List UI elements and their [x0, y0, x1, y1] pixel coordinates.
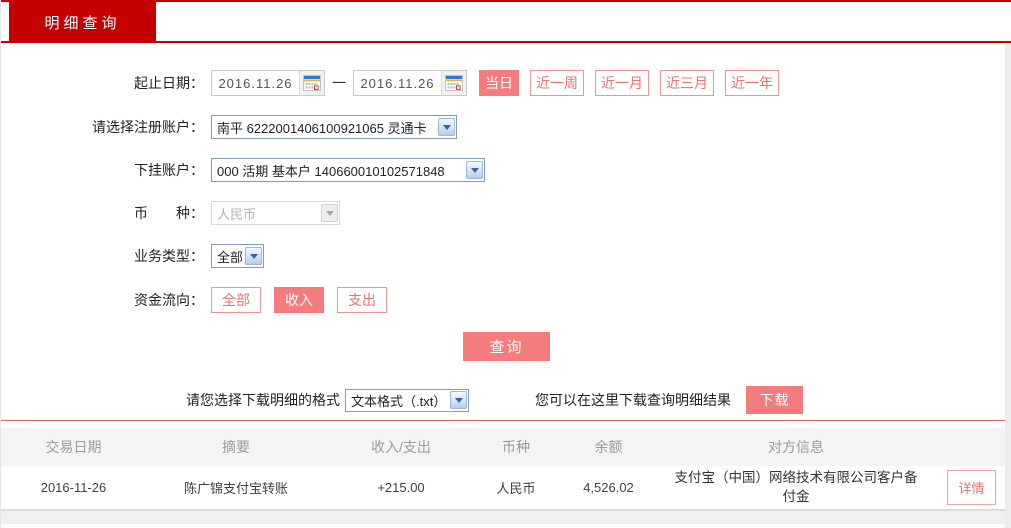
quick-range-month[interactable]: 近一月: [595, 70, 649, 96]
business-type-label: 业务类型：: [1, 246, 211, 266]
quick-range-today[interactable]: 当日: [479, 70, 519, 96]
quick-range-buttons: 当日 近一周 近一月 近三月 近一年: [479, 70, 790, 96]
header-counterparty: 对方信息: [661, 428, 931, 466]
end-date-box: [353, 70, 467, 96]
chevron-down-icon: [450, 391, 467, 409]
cell-trade-date: 2016-11-26: [1, 466, 146, 509]
header-balance: 余额: [556, 428, 661, 466]
fund-direction-all[interactable]: 全部: [211, 287, 261, 313]
register-account-value: 南平 6222001406100921065 灵通卡: [213, 118, 438, 137]
calendar-icon: [445, 75, 463, 91]
business-type-value: 全部: [213, 247, 245, 266]
quick-range-week[interactable]: 近一周: [530, 70, 584, 96]
currency-label: 币 种：: [1, 203, 211, 223]
register-account-select[interactable]: 南平 6222001406100921065 灵通卡: [211, 115, 457, 139]
fund-direction-buttons: 全部 收入 支出: [211, 287, 400, 313]
cell-amount: +215.00: [326, 466, 476, 509]
quick-range-3months[interactable]: 近三月: [660, 70, 714, 96]
cell-currency: 人民币: [476, 466, 556, 509]
chevron-down-icon: [466, 161, 483, 179]
query-form: 起止日期：: [1, 70, 1011, 414]
bottom-strip: [1, 510, 1011, 524]
download-format-value: 文本格式（.txt）: [347, 391, 450, 410]
download-button[interactable]: 下载: [746, 386, 803, 414]
register-account-row: 请选择注册账户： 南平 6222001406100921065 灵通卡: [1, 115, 1011, 139]
header-currency: 币种: [476, 428, 556, 466]
counterparty-text: 支付宝（中国）网络技术有限公司客户备付金: [674, 468, 919, 506]
download-hint: 您可以在这里下载查询明细结果: [535, 390, 731, 410]
cell-balance: 4,526.02: [556, 466, 661, 509]
currency-row: 币 种： 人民币: [1, 201, 1011, 225]
currency-value: 人民币: [213, 204, 321, 223]
calendar-icon: [303, 75, 321, 91]
table-top-divider: [1, 420, 1011, 421]
tab-bar: 明细查询: [1, 2, 1011, 43]
currency-select: 人民币: [211, 201, 340, 225]
detail-button[interactable]: 详情: [947, 470, 995, 505]
fund-direction-row: 资金流向： 全部 收入 支出: [1, 287, 1011, 313]
right-edge-strip: [1005, 44, 1011, 528]
tab-label: 明细查询: [44, 12, 120, 33]
tab-detail-query[interactable]: 明细查询: [9, 2, 156, 43]
sub-account-row: 下挂账户： 000 活期 基本户 140660010102571848: [1, 158, 1011, 182]
cell-counterparty: 支付宝（中国）网络技术有限公司客户备付金: [661, 466, 931, 509]
date-range-label: 起止日期：: [1, 73, 211, 93]
chevron-down-icon: [321, 204, 338, 222]
fund-direction-expense[interactable]: 支出: [337, 287, 387, 313]
date-separator: 一: [332, 73, 346, 93]
end-date-input[interactable]: [354, 76, 441, 91]
date-range-row: 起止日期：: [1, 70, 1011, 96]
download-format-select[interactable]: 文本格式（.txt）: [345, 389, 469, 412]
fund-direction-income[interactable]: 收入: [274, 287, 324, 313]
quick-range-year[interactable]: 近一年: [725, 70, 779, 96]
start-date-box: [211, 70, 325, 96]
chevron-down-icon: [245, 247, 262, 265]
end-date-calendar-button[interactable]: [441, 71, 466, 95]
sub-account-select[interactable]: 000 活期 基本户 140660010102571848: [211, 158, 485, 182]
table-row: 2016-11-26 陈广锦支付宝转账 +215.00 人民币 4,526.02…: [1, 466, 1011, 509]
detail-query-page: 明细查询 起止日期：: [0, 0, 1011, 528]
cell-summary: 陈广锦支付宝转账: [146, 466, 326, 509]
results-table: 交易日期 摘要 收入/支出 币种 余额 对方信息 2016-11-26 陈广锦支…: [1, 428, 1011, 510]
cell-actions: 详情: [931, 466, 1011, 509]
business-type-select[interactable]: 全部: [211, 244, 264, 268]
register-account-label: 请选择注册账户：: [1, 117, 211, 137]
chevron-down-icon: [438, 118, 455, 136]
query-button[interactable]: 查询: [463, 332, 550, 361]
header-amount: 收入/支出: [326, 428, 476, 466]
fund-direction-label: 资金流向：: [1, 290, 211, 310]
business-type-row: 业务类型： 全部: [1, 244, 1011, 268]
header-trade-date: 交易日期: [1, 428, 146, 466]
header-actions: [931, 428, 1011, 466]
header-summary: 摘要: [146, 428, 326, 466]
start-date-calendar-button[interactable]: [299, 71, 324, 95]
sub-account-value: 000 活期 基本户 140660010102571848: [213, 161, 466, 180]
download-format-label: 请您选择下载明细的格式: [186, 390, 340, 410]
download-row: 请您选择下载明细的格式 文本格式（.txt） 您可以在这里下载查询明细结果 下载: [186, 386, 1011, 414]
start-date-input[interactable]: [212, 76, 299, 91]
table-header-row: 交易日期 摘要 收入/支出 币种 余额 对方信息: [1, 428, 1011, 466]
sub-account-label: 下挂账户：: [1, 160, 211, 180]
